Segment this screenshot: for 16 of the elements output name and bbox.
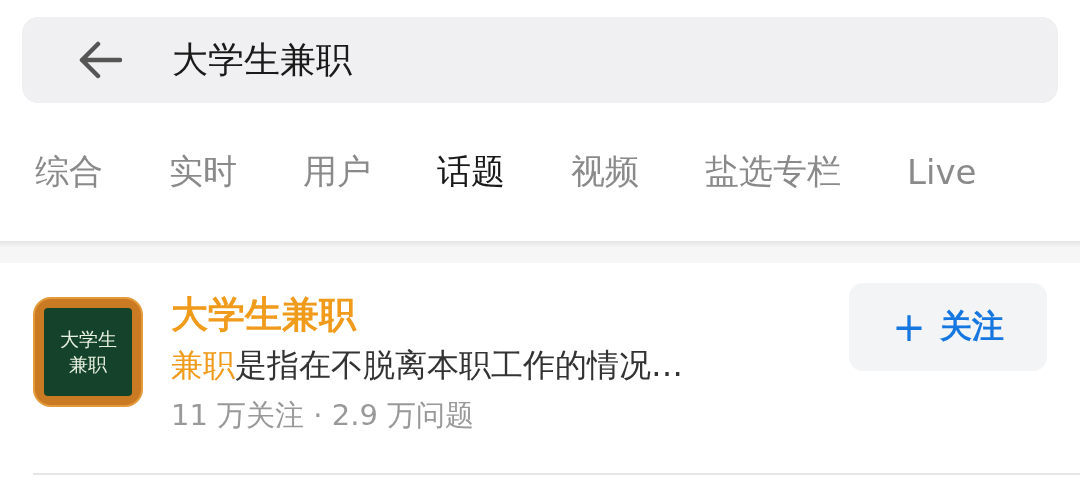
topic-description: 兼职是指在不脱离本职工作的情况… [171,345,684,386]
tab[interactable]: 话题 [437,149,505,195]
tab[interactable]: 用户 [303,149,371,195]
topic-title[interactable]: 大学生兼职 [171,291,849,339]
tab[interactable]: 视频 [571,149,639,195]
search-field[interactable]: 大学生兼职 [22,17,1058,103]
tab[interactable]: 实时 [169,149,237,195]
board-text: 大学生 [59,327,117,352]
topic-stats: 11 万关注 · 2.9 万问题 [171,397,476,434]
tab[interactable]: Live [907,152,977,192]
follow-button[interactable]: + 关注 [849,283,1047,371]
board-text: 兼职 [69,352,107,377]
tab[interactable]: 盐选专栏 [705,149,841,195]
tab[interactable]: 综合 [35,149,103,195]
search-query: 大学生兼职 [172,37,352,82]
back-icon[interactable] [78,40,122,80]
